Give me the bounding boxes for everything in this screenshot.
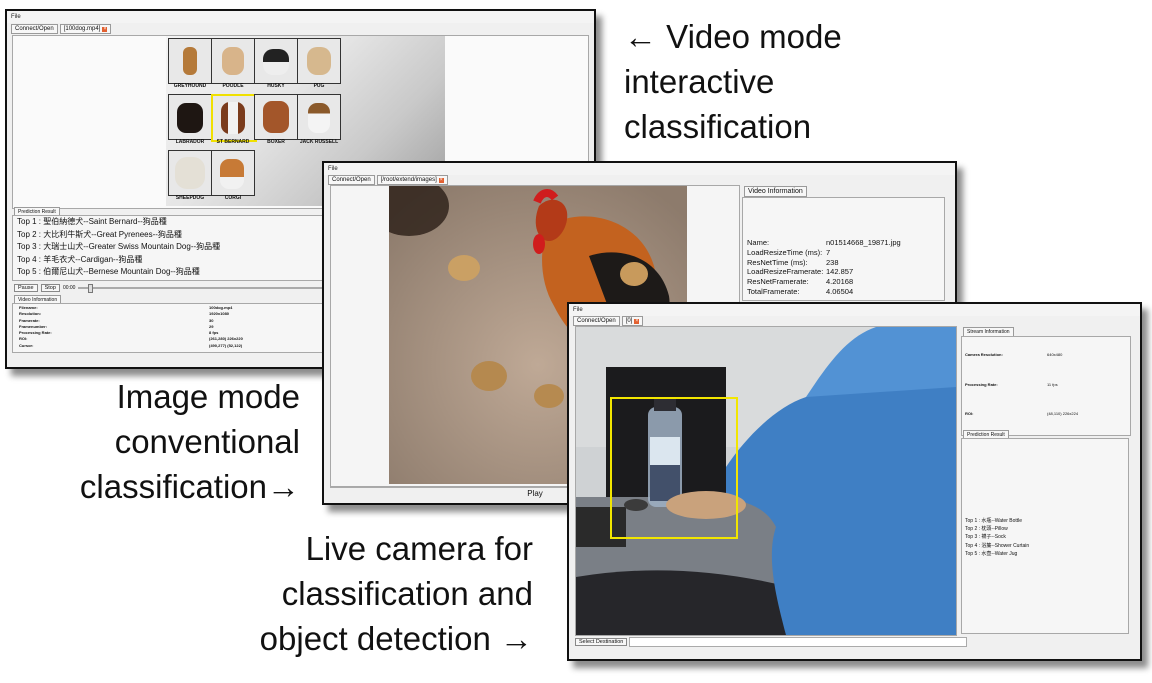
seek-slider[interactable] (78, 284, 339, 293)
destination-row: Select Destination (575, 637, 968, 647)
tab-connect-open[interactable]: Connect/Open (11, 24, 58, 34)
caption-line: classification and (281, 575, 533, 612)
info-key: TotalFramerate: (747, 286, 800, 296)
info-value: 238 (826, 257, 839, 267)
tab-video-file[interactable]: [100dog.mp4] × (59, 24, 112, 34)
breed-thumb-jack-russell[interactable] (297, 94, 341, 140)
info-key: Processing Rate: (965, 382, 998, 387)
pause-button[interactable]: Pause (14, 284, 38, 292)
roi-box (610, 397, 738, 539)
breed-label: HUSKY (267, 83, 285, 89)
dog-image (183, 47, 197, 75)
tab-connect-open[interactable]: Connect/Open (328, 175, 375, 185)
caption-image-mode: Image mode conventional classification→ (40, 374, 300, 509)
breed-label: SHEEPDOG (175, 195, 205, 201)
info-value: 11 fps (1047, 382, 1058, 387)
breed-thumb-boxer[interactable] (254, 94, 298, 140)
breed-thumb-st-bernard[interactable] (211, 94, 257, 142)
caption-live-camera: Live camera for classification and objec… (200, 526, 533, 661)
breed-thumb-sheepdog[interactable] (168, 150, 212, 196)
caption-line: classification→ (79, 468, 300, 505)
menu-file[interactable]: File (7, 11, 594, 23)
tab-image-folder[interactable]: [/root/extend/images] × (376, 175, 448, 185)
breed-thumb-corgi[interactable] (211, 150, 255, 196)
info-key: LoadResizeTime (ms): (747, 247, 823, 257)
info-value: 7 (826, 247, 831, 257)
destination-field[interactable] (629, 637, 968, 647)
tab-camera-label: [0] (625, 318, 633, 324)
menu-file[interactable]: File (324, 163, 955, 175)
breed-thumb-pug[interactable] (297, 38, 341, 84)
seek-handle[interactable] (88, 284, 94, 293)
breed-thumb-labrador[interactable] (168, 94, 212, 140)
breed-label: CORGI (224, 195, 242, 201)
info-value: n01514668_19871.jpg (826, 238, 901, 247)
info-key: ResNetFramerate: (747, 277, 809, 287)
dog-image (177, 103, 203, 133)
breed-thumb-poodle[interactable] (211, 38, 255, 84)
info-value: 142.857 (826, 267, 854, 277)
caption-line: conventional (114, 423, 300, 460)
breed-label: ST BERNARD (216, 139, 250, 145)
caption-line: Image mode (116, 378, 300, 415)
dog-image (263, 49, 289, 75)
info-value: 4.06504 (826, 286, 854, 296)
breed-label: LABRADOR (175, 139, 205, 145)
prediction-top-1: Top 1 : 水瓶--Water Bottle (965, 518, 1023, 524)
caption-line: ← Video mode (624, 18, 842, 55)
dog-image (308, 103, 330, 133)
dog-image (263, 101, 289, 133)
tab-connect-open[interactable]: Connect/Open (573, 316, 620, 326)
info-key: ResNetTime (ms): (747, 257, 808, 267)
info-key: LoadResizeFramerate: (747, 267, 824, 277)
time-readout: 00:00 (62, 285, 76, 291)
caption-line: object detection → (259, 620, 533, 657)
breed-label: BOXER (267, 139, 285, 145)
stream-information-panel: Camera Resolution: 640x480 Processing Ra… (961, 336, 1131, 436)
close-icon[interactable]: × (438, 178, 444, 183)
tab-video-information[interactable]: Video Information (744, 186, 807, 197)
camera-window: File Connect/Open [0] × Stream Informatio… (567, 302, 1142, 661)
info-value: 4.20168 (826, 277, 854, 287)
image-information-panel: Name: n01514668_19871.jpg LoadResizeTime … (742, 197, 945, 301)
caption-line: classification (624, 108, 812, 145)
caption-video-mode: ← Video mode interactive classification (624, 14, 842, 149)
prediction-top-4: Top 4 : 浴簾--Shower Curtain (965, 542, 1030, 549)
camera-prediction-panel: Top 1 : 水瓶--Water Bottle Top 2 : 枕頭--Pil… (961, 438, 1129, 634)
info-value: (490,277) (52,122) (209, 342, 243, 348)
info-value: (48,110) 226x224 (1047, 411, 1079, 416)
tab-image-folder-label: [/root/extend/images] (380, 177, 437, 183)
dog-image (175, 157, 205, 189)
dog-image (307, 47, 331, 75)
prediction-top-2: Top 2 : 枕頭--Pillow (965, 526, 1008, 533)
tab-video-file-label: [100dog.mp4] (63, 26, 101, 32)
tab-camera[interactable]: [0] × (621, 316, 644, 326)
menu-file[interactable]: File (569, 304, 1140, 316)
dog-image (222, 47, 244, 75)
breed-thumb-husky[interactable] (254, 38, 298, 84)
camera-display (575, 326, 957, 636)
breed-label: POODLE (222, 83, 244, 89)
prediction-top-3: Top 3 : 襪子--Sock (965, 534, 1006, 541)
info-key: Camera Resolution: (965, 352, 1003, 357)
info-value: 640x480 (1047, 352, 1063, 357)
select-destination-button[interactable]: Select Destination (575, 638, 628, 646)
stop-button[interactable]: Stop (40, 284, 60, 292)
info-key: Cursor: (19, 342, 34, 348)
close-icon[interactable]: × (102, 27, 108, 32)
dog-image (220, 159, 244, 189)
prediction-top-5: Top 5 : 水壺--Water Jug (965, 550, 1018, 557)
info-key: ROI: (965, 411, 974, 416)
caption-line: Live camera for (305, 530, 533, 567)
breed-label: PUG (313, 83, 325, 89)
breed-label: JACK RUSSELL (299, 139, 339, 145)
breed-thumb-greyhound[interactable] (168, 38, 212, 84)
info-key: Name: (747, 238, 770, 247)
playback-controls: Pause Stop 00:00 (14, 284, 339, 293)
caption-line: interactive (624, 63, 775, 100)
close-icon[interactable]: × (634, 319, 640, 324)
breed-label: GREYHOUND (173, 83, 207, 89)
dog-image (221, 102, 245, 134)
